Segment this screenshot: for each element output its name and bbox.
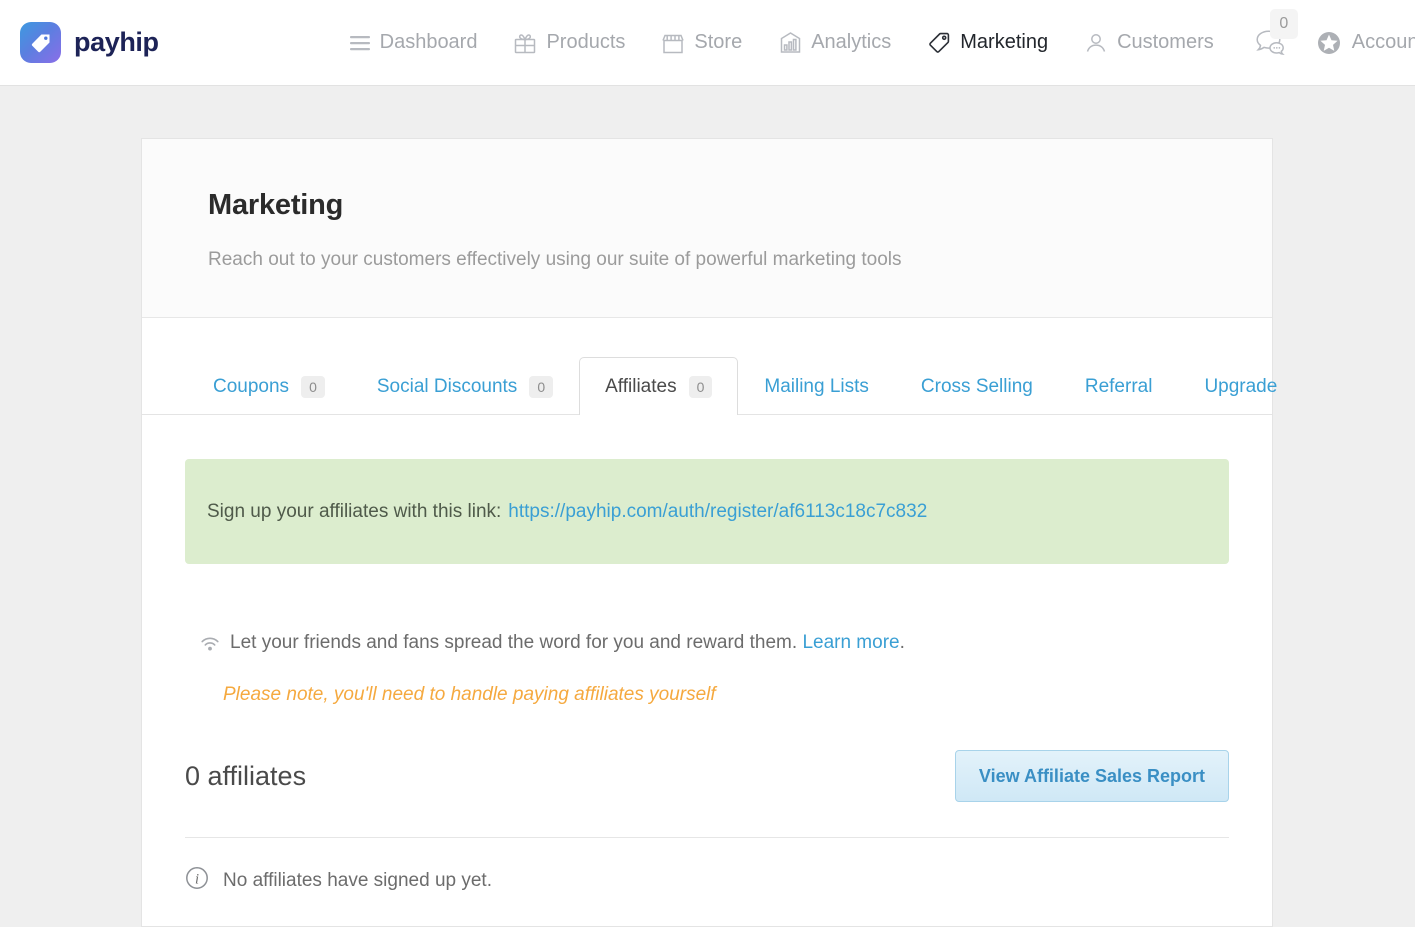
tab-affiliates[interactable]: Affiliates 0 xyxy=(579,357,739,415)
tab-label: Coupons xyxy=(213,375,290,397)
tab-referral[interactable]: Referral xyxy=(1059,357,1179,415)
affiliate-blurb: Let your friends and fans spread the wor… xyxy=(200,632,1229,659)
marketing-card: Marketing Reach out to your customers ef… xyxy=(141,138,1277,927)
brand-name: payhip xyxy=(74,27,159,57)
hamburger-icon xyxy=(349,34,371,52)
price-tag-icon xyxy=(927,31,951,55)
nav-item-dashboard[interactable]: Dashboard xyxy=(331,31,496,54)
tab-label: Referral xyxy=(1084,375,1153,397)
tab-badge: 0 xyxy=(688,375,713,398)
top-navigation-bar: payhip Dashboard Products Store Analytic… xyxy=(0,0,1415,86)
tab-upgrade[interactable]: Upgrade xyxy=(1178,357,1303,415)
main-nav: Dashboard Products Store Analytics Marke… xyxy=(331,8,1415,57)
account-label: Account xyxy=(1351,31,1415,53)
page-subtitle: Reach out to your customers effectively … xyxy=(208,249,902,270)
learn-more-link[interactable]: Learn more xyxy=(802,632,899,653)
account-menu[interactable]: Account xyxy=(1302,30,1415,56)
tab-label: Social Discounts xyxy=(376,375,518,397)
person-icon xyxy=(1084,31,1108,55)
nav-item-customers[interactable]: Customers xyxy=(1066,31,1232,55)
affiliates-count-row: 0 affiliates View Affiliate Sales Report xyxy=(185,750,1229,838)
tab-badge: 0 xyxy=(529,375,554,398)
nav-item-analytics[interactable]: Analytics xyxy=(760,31,909,55)
bar-chart-icon xyxy=(778,31,802,55)
tab-cross-selling[interactable]: Cross Selling xyxy=(895,357,1059,415)
affiliate-blurb-text: Let your friends and fans spread the wor… xyxy=(230,632,905,654)
page-title: Marketing xyxy=(208,189,344,221)
tab-label: Affiliates xyxy=(605,375,677,397)
storefront-icon xyxy=(661,32,685,54)
gift-box-icon xyxy=(513,31,537,55)
nav-item-store[interactable]: Store xyxy=(643,31,760,54)
messages-button[interactable]: 0 xyxy=(1232,8,1302,57)
nav-item-label: Customers xyxy=(1117,31,1214,53)
nav-item-label: Marketing xyxy=(960,31,1049,53)
nav-item-label: Dashboard xyxy=(379,31,478,53)
broadcast-signal-icon xyxy=(200,635,220,659)
svg-text:i: i xyxy=(195,871,199,887)
nav-item-label: Store xyxy=(694,31,743,53)
brand-logo-link[interactable]: payhip xyxy=(20,22,159,63)
tab-label: Cross Selling xyxy=(920,375,1033,397)
affiliates-empty-state: i No affiliates have signed up yet. xyxy=(185,838,1229,926)
affiliate-signup-banner: Sign up your affiliates with this link: … xyxy=(185,459,1229,564)
star-badge-icon xyxy=(1316,30,1342,56)
card-header: Marketing Reach out to your customers ef… xyxy=(142,139,1272,318)
affiliate-blurb-period: . xyxy=(899,632,905,653)
nav-item-marketing[interactable]: Marketing xyxy=(909,31,1066,55)
nav-item-label: Products xyxy=(546,31,626,53)
view-affiliate-sales-report-button[interactable]: View Affiliate Sales Report xyxy=(954,750,1229,802)
page-container: Marketing Reach out to your customers ef… xyxy=(0,86,1415,927)
affiliate-blurb-sentence: Let your friends and fans spread the wor… xyxy=(230,632,798,653)
affiliate-signup-label: Sign up your affiliates with this link: xyxy=(207,500,502,522)
nav-item-label: Analytics xyxy=(811,31,892,53)
tab-mailing-lists[interactable]: Mailing Lists xyxy=(738,357,895,415)
tab-label: Upgrade xyxy=(1204,375,1278,397)
affiliate-payment-note: Please note, you'll need to handle payin… xyxy=(223,684,716,705)
tab-badge: 0 xyxy=(301,375,325,398)
affiliates-count: 0 affiliates xyxy=(185,760,307,791)
tag-heart-icon xyxy=(20,22,61,63)
info-circle-icon: i xyxy=(185,866,209,896)
tab-label: Mailing Lists xyxy=(764,375,869,397)
tab-coupons[interactable]: Coupons 0 xyxy=(187,357,351,415)
nav-item-products[interactable]: Products xyxy=(495,31,643,55)
affiliates-empty-text: No affiliates have signed up yet. xyxy=(223,870,492,891)
marketing-tabs: Coupons 0 Social Discounts 0 Affiliates … xyxy=(142,318,1277,415)
affiliate-signup-link[interactable]: https://payhip.com/auth/register/af6113c… xyxy=(508,501,927,523)
messages-badge: 0 xyxy=(1269,8,1298,39)
affiliates-panel: Sign up your affiliates with this link: … xyxy=(142,415,1272,926)
tab-social-discounts[interactable]: Social Discounts 0 xyxy=(351,357,579,415)
